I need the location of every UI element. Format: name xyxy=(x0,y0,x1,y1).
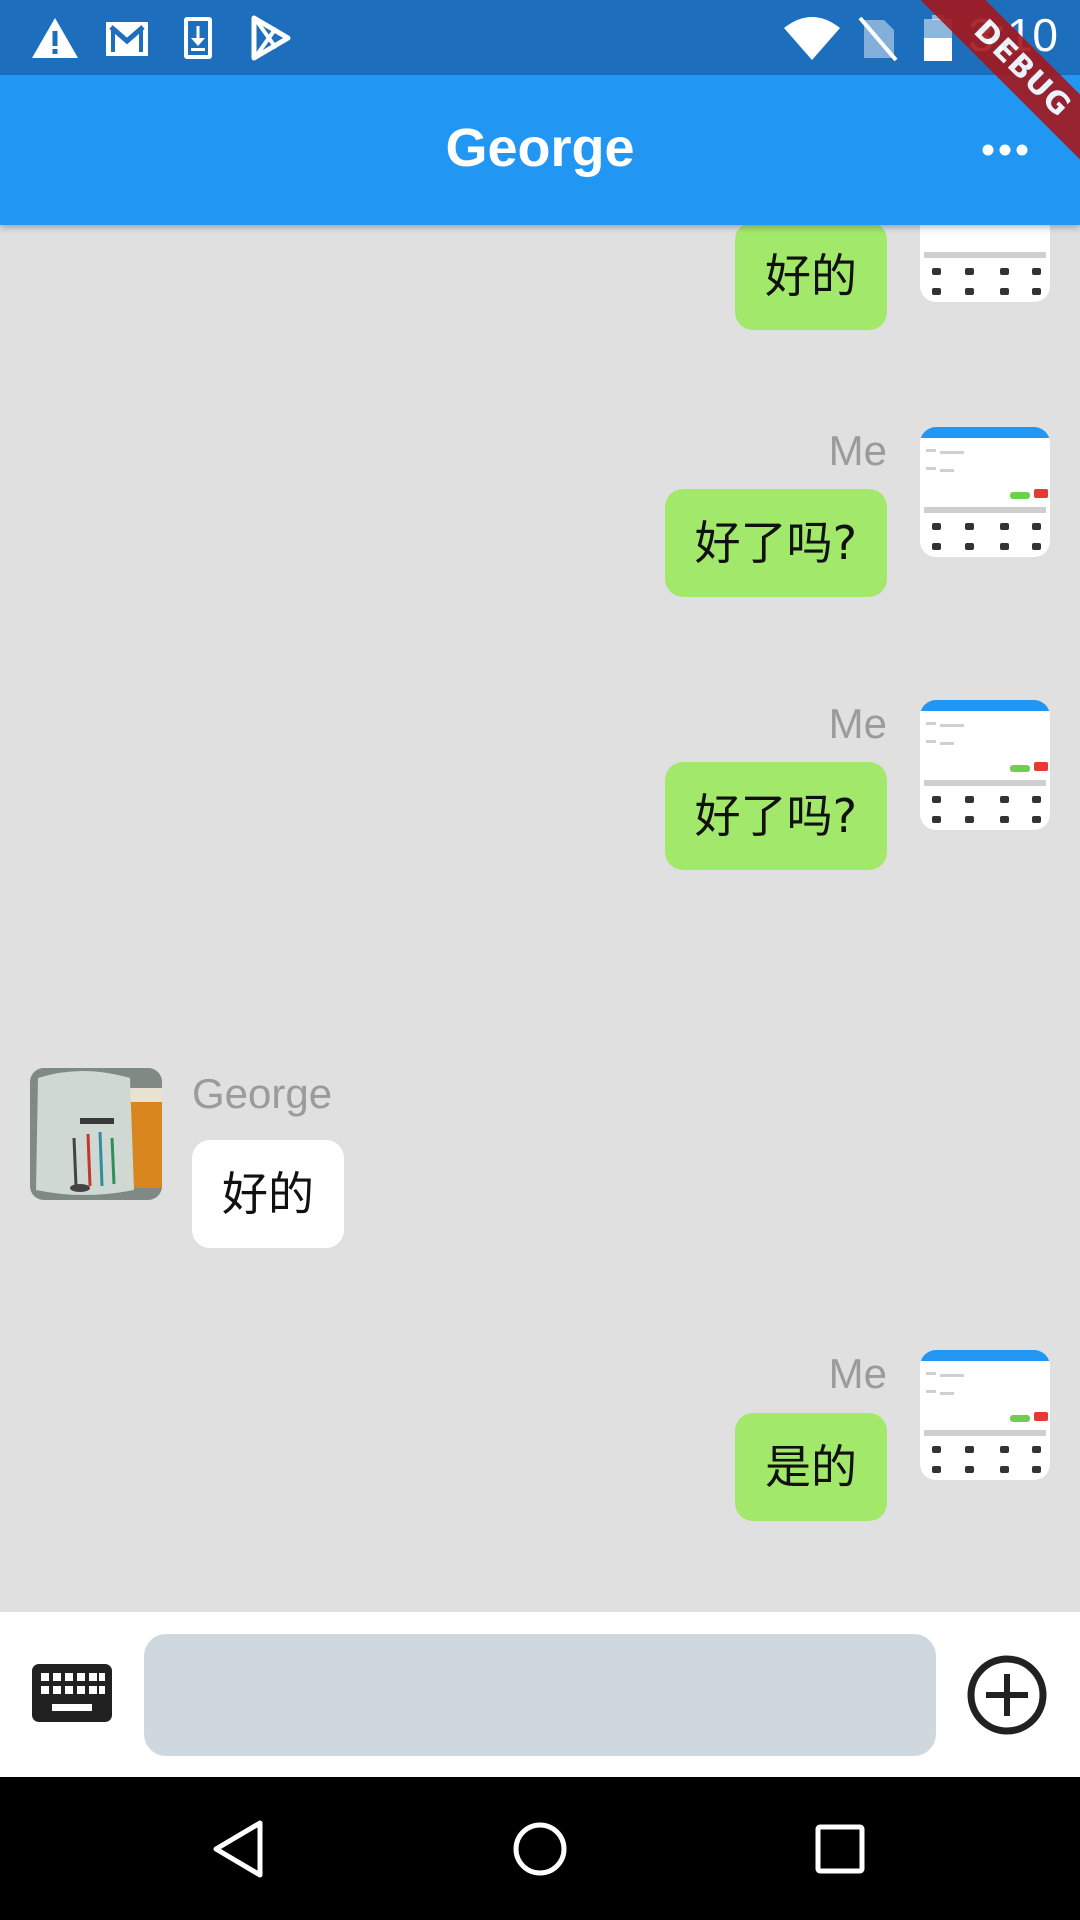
wifi-icon xyxy=(784,17,840,60)
message-bubble-other[interactable]: 好的 xyxy=(192,1140,344,1248)
contact-photo-image xyxy=(30,1068,162,1200)
warning-icon xyxy=(32,18,78,58)
app-bar: George xyxy=(0,75,1080,225)
status-time: 3:10 xyxy=(968,9,1058,61)
message-bubble-me[interactable]: 好了吗? xyxy=(664,762,887,870)
gmail-icon xyxy=(106,22,148,56)
sender-name: Me xyxy=(828,1350,887,1397)
message-bubble-me[interactable]: 是的 xyxy=(735,1413,887,1521)
contact-avatar[interactable] xyxy=(30,1068,162,1200)
system-nav-bar xyxy=(0,1777,1080,1920)
keyboard-icon[interactable] xyxy=(32,1664,112,1722)
message-bubble-me[interactable]: 好了吗? xyxy=(664,489,887,597)
my-avatar[interactable] xyxy=(920,700,1050,830)
no-sim-icon xyxy=(858,16,898,62)
sender-name: George xyxy=(192,1070,333,1117)
sender-name: Me xyxy=(828,700,887,747)
message-bubble-me[interactable]: 好的 xyxy=(735,225,887,330)
my-avatar[interactable] xyxy=(920,427,1050,557)
my-avatar[interactable] xyxy=(920,225,1050,302)
chat-title: George xyxy=(445,118,635,178)
message-list[interactable]: 好的 Me 好了吗? Me 好了吗? George 好的 Me 是的 xyxy=(0,225,1080,1610)
play-store-icon xyxy=(251,15,291,61)
battery-icon xyxy=(924,15,952,61)
message-input-bar xyxy=(0,1612,1080,1777)
my-avatar[interactable] xyxy=(920,1350,1050,1480)
message-input[interactable] xyxy=(144,1634,936,1756)
download-icon xyxy=(184,17,212,59)
back-icon[interactable] xyxy=(208,1817,272,1881)
more-horizontal-icon[interactable] xyxy=(982,143,1028,157)
status-bar: 3:10 xyxy=(0,0,1080,75)
sender-name: Me xyxy=(828,427,887,474)
home-icon[interactable] xyxy=(508,1817,572,1881)
recents-icon[interactable] xyxy=(808,1817,872,1881)
add-circle-icon[interactable] xyxy=(966,1654,1048,1736)
